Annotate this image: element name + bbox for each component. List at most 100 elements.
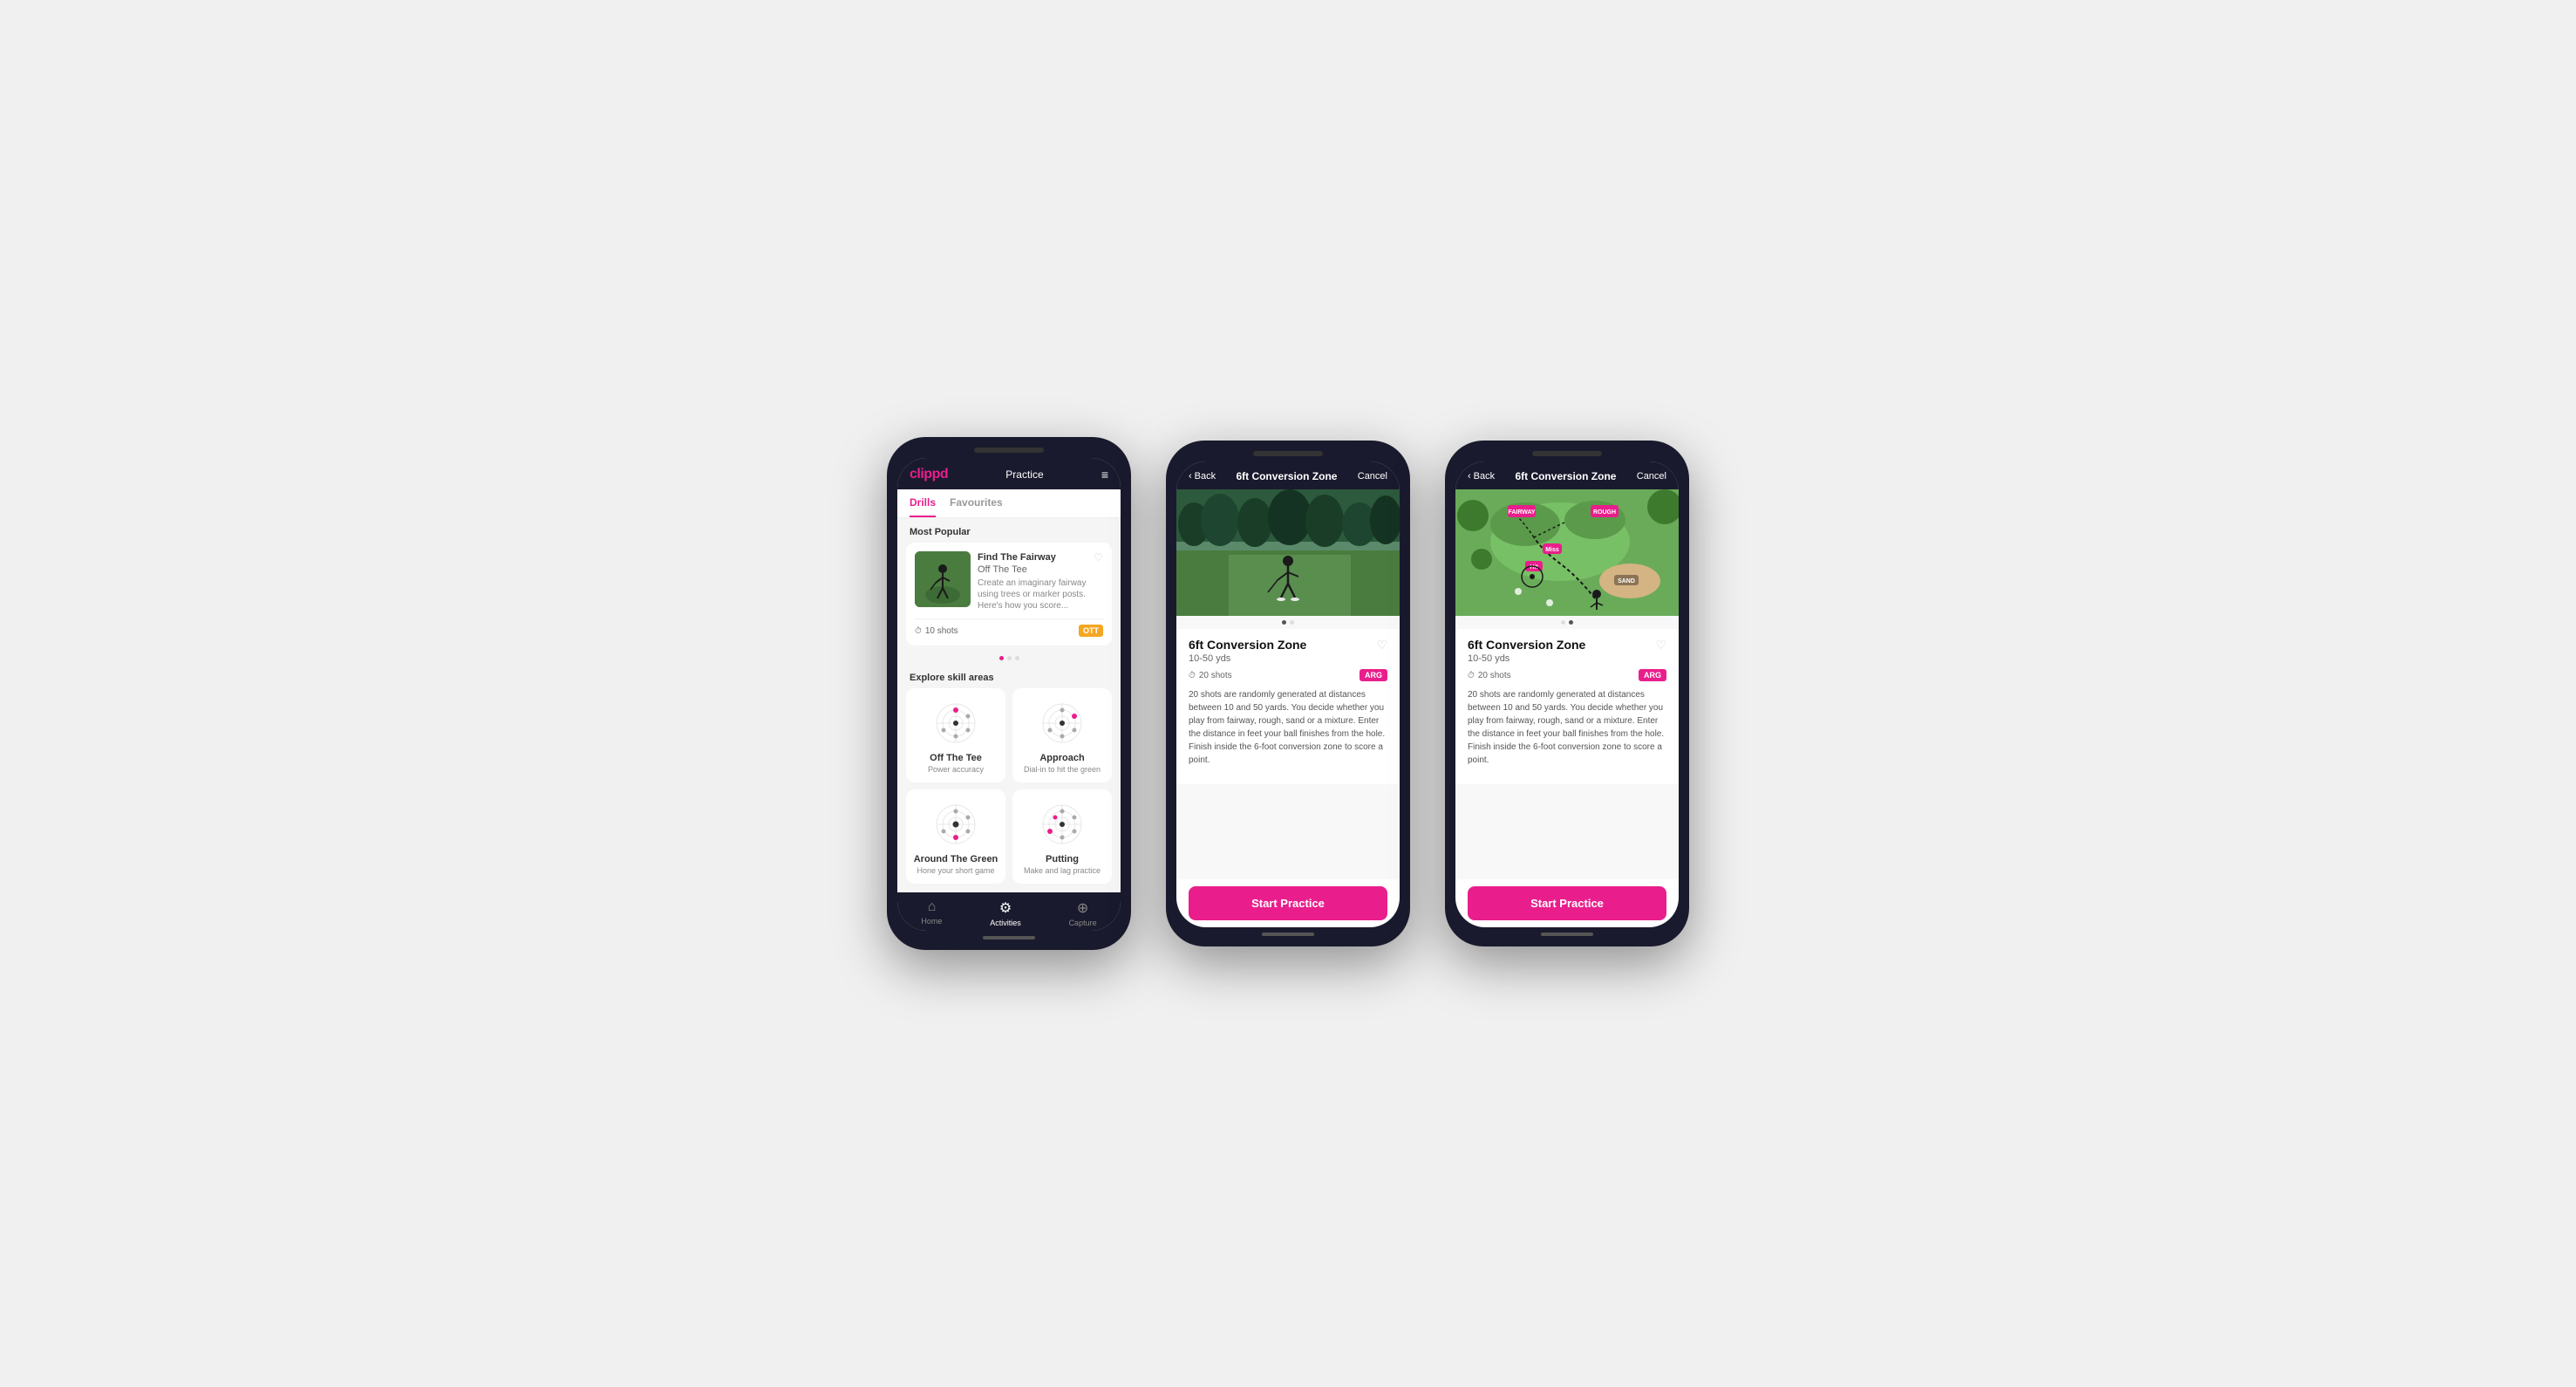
phone-2: ‹ Back 6ft Conversion Zone Cancel bbox=[1166, 441, 1410, 946]
back-label-3: Back bbox=[1474, 471, 1495, 482]
putting-icon bbox=[1036, 798, 1088, 851]
img-dot-2 bbox=[1290, 620, 1294, 625]
off-the-tee-icon bbox=[930, 697, 982, 749]
drill-title: Find The Fairway bbox=[978, 551, 1103, 564]
shots-count-2: 20 shots bbox=[1199, 671, 1232, 680]
skill-approach-desc: Dial-in to hit the green bbox=[1024, 765, 1101, 774]
bottom-nav: ⌂ Home ⚙ Activities ⊕ Capture bbox=[897, 892, 1121, 931]
tab-drills[interactable]: Drills bbox=[910, 489, 936, 517]
phone-3-screen: ‹ Back 6ft Conversion Zone Cancel bbox=[1455, 461, 1679, 927]
shots-info: ⏱ 10 shots bbox=[915, 626, 958, 636]
phone-notch-2 bbox=[1253, 451, 1323, 456]
drill-fav-icon-3[interactable]: ♡ bbox=[1655, 638, 1666, 653]
ott-badge: OTT bbox=[1079, 625, 1103, 637]
drill-hero-image-2 bbox=[1176, 489, 1400, 616]
skill-putting[interactable]: Putting Make and lag practice bbox=[1012, 789, 1112, 884]
most-popular-label: Most Popular bbox=[897, 518, 1121, 543]
arg-badge-3: ARG bbox=[1639, 669, 1666, 681]
drill-description-2: 20 shots are randomly generated at dista… bbox=[1189, 688, 1387, 775]
svg-text:Miss: Miss bbox=[1545, 547, 1559, 553]
drill-card-footer: ⏱ 10 shots OTT bbox=[915, 618, 1103, 637]
phone-home-bar-2 bbox=[1262, 933, 1314, 936]
featured-drill-card[interactable]: Find The Fairway Off The Tee Create an i… bbox=[906, 543, 1112, 646]
shots-count-3: 20 shots bbox=[1478, 671, 1511, 680]
back-label-2: Back bbox=[1195, 471, 1216, 482]
drill-fav-icon-2[interactable]: ♡ bbox=[1376, 638, 1387, 653]
skill-approach[interactable]: Approach Dial-in to hit the green bbox=[1012, 688, 1112, 782]
tabs-bar: Drills Favourites bbox=[897, 489, 1121, 518]
arg-badge-2: ARG bbox=[1360, 669, 1387, 681]
skill-atg-desc: Hone your short game bbox=[917, 866, 994, 875]
cancel-button-3[interactable]: Cancel bbox=[1637, 471, 1666, 482]
drill-meta-3: ⏱ 20 shots ARG bbox=[1468, 669, 1666, 681]
drill-name-range: 6ft Conversion Zone 10-50 yds bbox=[1189, 638, 1306, 664]
phone-1: clippd Practice ≡ Drills Favourites Most… bbox=[887, 437, 1131, 951]
skill-around-green[interactable]: Around The Green Hone your short game bbox=[906, 789, 1005, 884]
svg-text:FAIRWAY: FAIRWAY bbox=[1508, 509, 1535, 516]
drill-hero-image-3: FAIRWAY ROUGH Miss Hit SAND bbox=[1455, 489, 1679, 616]
skill-approach-name: Approach bbox=[1039, 753, 1084, 763]
img-dot-1 bbox=[1282, 620, 1286, 625]
phone3-header: ‹ Back 6ft Conversion Zone Cancel bbox=[1455, 461, 1679, 489]
drill-info-2: 6ft Conversion Zone 10-50 yds ♡ ⏱ 20 sho… bbox=[1176, 629, 1400, 784]
home-icon: ⌂ bbox=[928, 899, 937, 915]
menu-icon[interactable]: ≡ bbox=[1101, 468, 1108, 482]
explore-label: Explore skill areas bbox=[897, 664, 1121, 688]
practice-title: Practice bbox=[1005, 468, 1043, 481]
back-chevron-icon: ‹ bbox=[1189, 471, 1192, 482]
back-button-2[interactable]: ‹ Back bbox=[1189, 471, 1216, 482]
capture-icon: ⊕ bbox=[1077, 899, 1088, 917]
image-dots-2 bbox=[1176, 616, 1400, 629]
phone-home-bar-3 bbox=[1541, 933, 1593, 936]
start-practice-btn-2[interactable]: Start Practice bbox=[1189, 886, 1387, 920]
drill-text-info: Find The Fairway Off The Tee Create an i… bbox=[978, 551, 1103, 612]
shots-count: 10 shots bbox=[925, 626, 958, 636]
phone3-content: FAIRWAY ROUGH Miss Hit SAND bbox=[1455, 489, 1679, 879]
drill-favourite-icon[interactable]: ♡ bbox=[1094, 551, 1103, 564]
clock-icon-2: ⏱ bbox=[1189, 671, 1196, 680]
image-dots-3 bbox=[1455, 616, 1679, 629]
dot-3 bbox=[1015, 656, 1019, 660]
phone-1-screen: clippd Practice ≡ Drills Favourites Most… bbox=[897, 458, 1121, 932]
drill-info-3: 6ft Conversion Zone 10-50 yds ♡ ⏱ 20 sho… bbox=[1455, 629, 1679, 784]
drill-subtitle: Off The Tee bbox=[978, 564, 1103, 576]
nav-activities[interactable]: ⚙ Activities bbox=[990, 899, 1021, 927]
drill-range-3: 10-50 yds bbox=[1468, 653, 1585, 664]
nav-capture-label: Capture bbox=[1069, 919, 1097, 927]
skill-ott-name: Off The Tee bbox=[930, 753, 982, 763]
phone-3: ‹ Back 6ft Conversion Zone Cancel bbox=[1445, 441, 1689, 946]
nav-home[interactable]: ⌂ Home bbox=[921, 899, 942, 927]
drill-name-3: 6ft Conversion Zone bbox=[1468, 638, 1585, 652]
around-green-icon bbox=[930, 798, 982, 851]
approach-icon bbox=[1036, 697, 1088, 749]
drill-card-inner: Find The Fairway Off The Tee Create an i… bbox=[915, 551, 1103, 612]
drill-meta-2: ⏱ 20 shots ARG bbox=[1189, 669, 1387, 681]
phone2-content: 6ft Conversion Zone 10-50 yds ♡ ⏱ 20 sho… bbox=[1176, 489, 1400, 879]
back-button-3[interactable]: ‹ Back bbox=[1468, 471, 1495, 482]
back-chevron-icon-3: ‹ bbox=[1468, 471, 1471, 482]
drill-thumbnail bbox=[915, 551, 971, 607]
clock-icon: ⏱ bbox=[915, 626, 922, 636]
phone-notch-3 bbox=[1532, 451, 1602, 456]
drill-name-range-3: 6ft Conversion Zone 10-50 yds bbox=[1468, 638, 1585, 664]
skill-atg-name: Around The Green bbox=[914, 854, 998, 864]
phone3-header-title: 6ft Conversion Zone bbox=[1515, 470, 1616, 482]
skill-off-the-tee[interactable]: Off The Tee Power accuracy bbox=[906, 688, 1005, 782]
dot-1 bbox=[999, 656, 1004, 660]
activities-icon: ⚙ bbox=[999, 899, 1012, 917]
drill-range-2: 10-50 yds bbox=[1189, 653, 1306, 664]
skill-ott-desc: Power accuracy bbox=[928, 765, 984, 774]
skill-putting-desc: Make and lag practice bbox=[1024, 866, 1101, 875]
nav-capture[interactable]: ⊕ Capture bbox=[1069, 899, 1097, 927]
skill-grid: Off The Tee Power accuracy bbox=[897, 688, 1121, 892]
drill-name-2: 6ft Conversion Zone bbox=[1189, 638, 1306, 652]
shots-row-2: ⏱ 20 shots bbox=[1189, 671, 1232, 680]
cancel-button-2[interactable]: Cancel bbox=[1358, 471, 1387, 482]
start-practice-btn-3[interactable]: Start Practice bbox=[1468, 886, 1666, 920]
nav-home-label: Home bbox=[921, 917, 942, 926]
card-dots bbox=[897, 653, 1121, 664]
drill-description-3: 20 shots are randomly generated at dista… bbox=[1468, 688, 1666, 775]
phone-notch-1 bbox=[974, 448, 1044, 453]
phone1-header: clippd Practice ≡ bbox=[897, 458, 1121, 489]
tab-favourites[interactable]: Favourites bbox=[950, 489, 1003, 517]
